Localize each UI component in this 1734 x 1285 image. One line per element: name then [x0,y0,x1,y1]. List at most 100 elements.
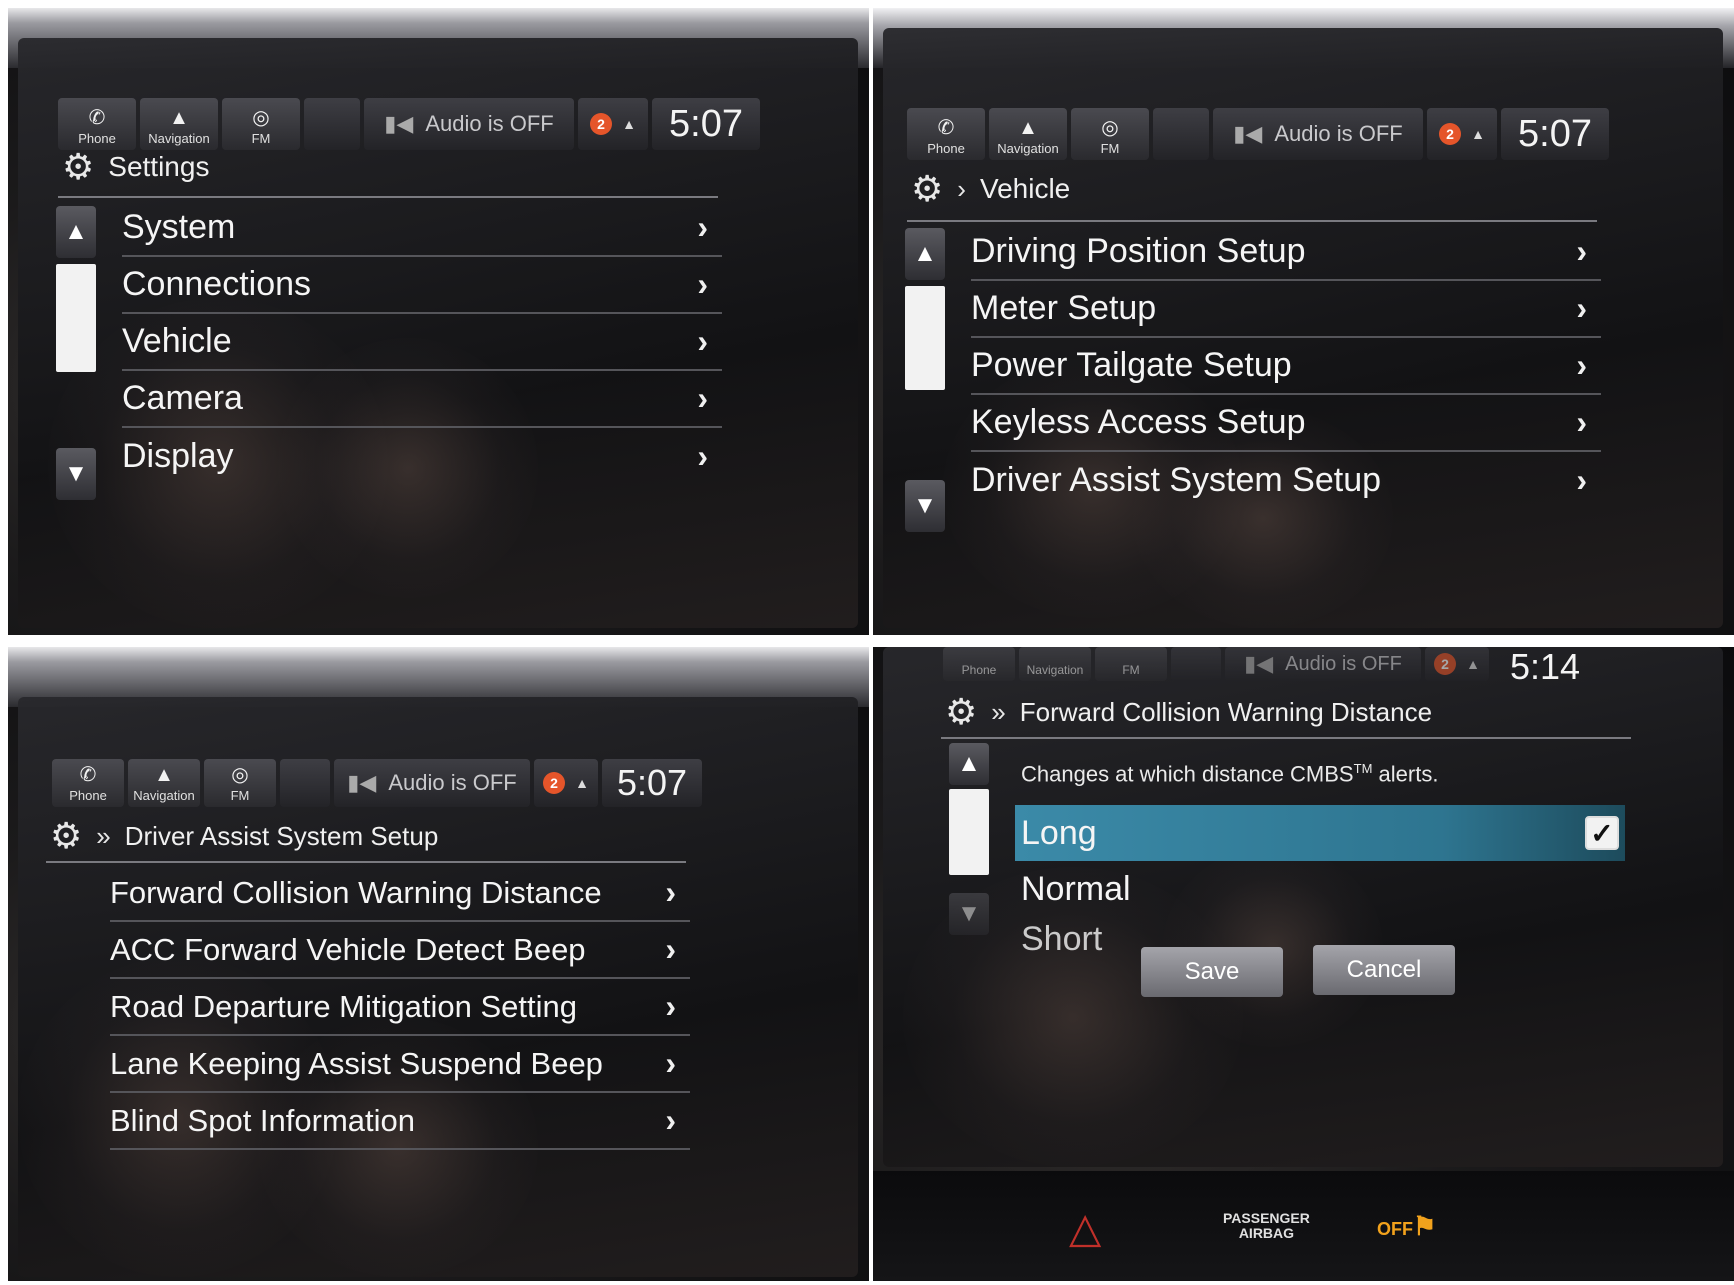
phone-button[interactable]: ✆ Phone [58,98,136,150]
notification-area[interactable]: 2 ▲ [1425,647,1489,681]
trademark-superscript: TM [1353,761,1373,776]
list-item-power-tailgate[interactable]: Power Tailgate Setup › [971,338,1601,395]
chevron-right-icon: › [665,1102,676,1138]
list-item-blind-spot[interactable]: Blind Spot Information › [110,1093,690,1150]
phone-label: Phone [78,131,116,146]
option-long[interactable]: Long ✓ [1015,805,1625,861]
navigation-icon: ▲ [169,107,189,129]
gear-icon[interactable]: ⚙ [911,168,943,210]
list-item-label: Driver Assist System Setup [971,461,1382,499]
hazard-triangle-icon[interactable]: △ [1069,1203,1101,1252]
speaker-muted-icon: ▮◀ [347,770,377,795]
navigation-button[interactable]: ▲ Navigation [989,108,1067,160]
fm-button[interactable]: ◎ FM [222,98,300,150]
list-item-lane-keeping[interactable]: Lane Keeping Assist Suspend Beep › [110,1036,690,1093]
chevron-right-icon: › [1576,233,1587,269]
divider [58,196,718,198]
phone-button[interactable]: Phone [943,647,1015,681]
title-row: ⚙ » Forward Collision Warning Distance [945,691,1432,733]
option-normal[interactable]: Normal [1015,861,1625,917]
save-label: Save [1184,958,1240,985]
fm-label: FM [1122,663,1140,677]
signal-icon: ▲ [1471,126,1485,142]
notification-area[interactable]: 2 ▲ [578,98,648,150]
list-item-acc-beep[interactable]: ACC Forward Vehicle Detect Beep › [110,922,690,979]
navigation-button[interactable]: ▲ Navigation [140,98,218,150]
navigation-button[interactable]: ▲ Navigation [128,759,200,807]
navigation-label: Navigation [148,131,210,146]
audio-status[interactable]: ▮◀ Audio is OFF [1225,647,1421,681]
list-item-driving-position[interactable]: Driving Position Setup › [971,224,1601,281]
cancel-button[interactable]: Cancel [1313,945,1455,995]
fm-button[interactable]: ◎ FM [204,759,276,807]
save-button[interactable]: Save [1141,947,1283,997]
breadcrumb-chevron-icon: » [96,820,111,851]
chevron-right-icon: › [665,1045,676,1081]
gear-icon[interactable]: ⚙ [62,146,94,188]
scroll-thumb[interactable] [56,264,96,372]
list-item-label: Meter Setup [971,289,1157,327]
title-row: ⚙ » Driver Assist System Setup [50,815,438,857]
chevron-right-icon: › [1576,462,1587,498]
audio-status[interactable]: ▮◀ Audio is OFF [334,759,530,807]
navigation-icon: ▲ [1018,117,1038,139]
scroll-down-icon[interactable]: ▼ [949,893,989,935]
scroll-up-icon[interactable]: ▲ [905,228,945,280]
infotainment-screen: ✆ Phone ▲ Navigation ◎ FM ▮◀ Audio is OFF 2 ▲… [18,697,858,1277]
scrollbar[interactable]: ▲ ▼ [56,206,96,506]
list-item-label: Forward Collision Warning Distance [110,874,602,910]
scroll-track-empty [56,372,96,448]
audio-status[interactable]: ▮◀ Audio is OFF [1213,108,1423,160]
gear-icon[interactable]: ⚙ [50,815,82,857]
scroll-thumb[interactable] [905,286,945,390]
status-blank [304,98,360,150]
scroll-down-icon[interactable]: ▼ [56,448,96,500]
speaker-muted-icon: ▮◀ [1233,121,1263,146]
vehicle-screen-panel: ✆ Phone ▲ Navigation ◎ FM ▮◀ Audio is OFF 2 ▲… [873,8,1734,635]
gear-icon[interactable]: ⚙ [945,691,977,733]
notification-badge: 2 [590,113,613,135]
list-item-display[interactable]: Display › [122,428,722,485]
list-item-label: Display [122,437,234,475]
notification-area[interactable]: 2 ▲ [1427,108,1497,160]
fm-label: FM [251,131,271,146]
list-item-road-departure[interactable]: Road Departure Mitigation Setting › [110,979,690,1036]
list-item-connections[interactable]: Connections › [122,257,722,314]
phone-label: Phone [961,663,997,677]
fm-button[interactable]: ◎ FM [1071,108,1149,160]
list-item-camera[interactable]: Camera › [122,371,722,428]
phone-button[interactable]: ✆ Phone [907,108,985,160]
notification-area[interactable]: 2 ▲ [534,759,598,807]
chevron-right-icon: › [697,266,708,302]
checkmark-icon[interactable]: ✓ [1585,816,1619,850]
list-item-vehicle[interactable]: Vehicle › [122,314,722,371]
title-row: ⚙ Settings [62,146,209,188]
phone-button[interactable]: ✆ Phone [52,759,124,807]
settings-screen-panel: ✆ Phone ▲ Navigation ◎ FM ▮◀ Audio is OFF 2 ▲… [8,8,869,635]
list-item-fcw-distance[interactable]: Forward Collision Warning Distance › [110,865,690,922]
scroll-up-icon[interactable]: ▲ [56,206,96,258]
audio-status-text: Audio is OFF [1274,121,1403,146]
audio-status[interactable]: ▮◀ Audio is OFF [364,98,574,150]
list-item-label: System [122,208,236,246]
notification-badge: 2 [1439,123,1462,145]
scroll-thumb[interactable] [949,789,989,875]
scrollbar[interactable]: ▲ ▼ [905,228,945,548]
scrollbar[interactable]: ▲ ▼ [949,743,989,963]
navigation-label: Navigation [133,788,195,803]
scroll-track-empty [905,390,945,480]
list-item-meter-setup[interactable]: Meter Setup › [971,281,1601,338]
navigation-button[interactable]: Navigation [1019,647,1091,681]
fm-button[interactable]: FM [1095,647,1167,681]
list-item-keyless-access[interactable]: Keyless Access Setup › [971,395,1601,452]
scroll-up-icon[interactable]: ▲ [949,743,989,785]
phone-icon: ✆ [88,107,106,129]
scroll-down-icon[interactable]: ▼ [905,480,945,532]
list-item-system[interactable]: System › [122,200,722,257]
list-item-driver-assist[interactable]: Driver Assist System Setup › [971,452,1601,509]
chevron-right-icon: › [1576,347,1587,383]
status-blank [1171,647,1221,681]
passenger-airbag-label: PASSENGER AIRBAG [1223,1211,1310,1241]
scroll-track-empty [949,875,989,893]
fm-label: FM [230,788,250,803]
